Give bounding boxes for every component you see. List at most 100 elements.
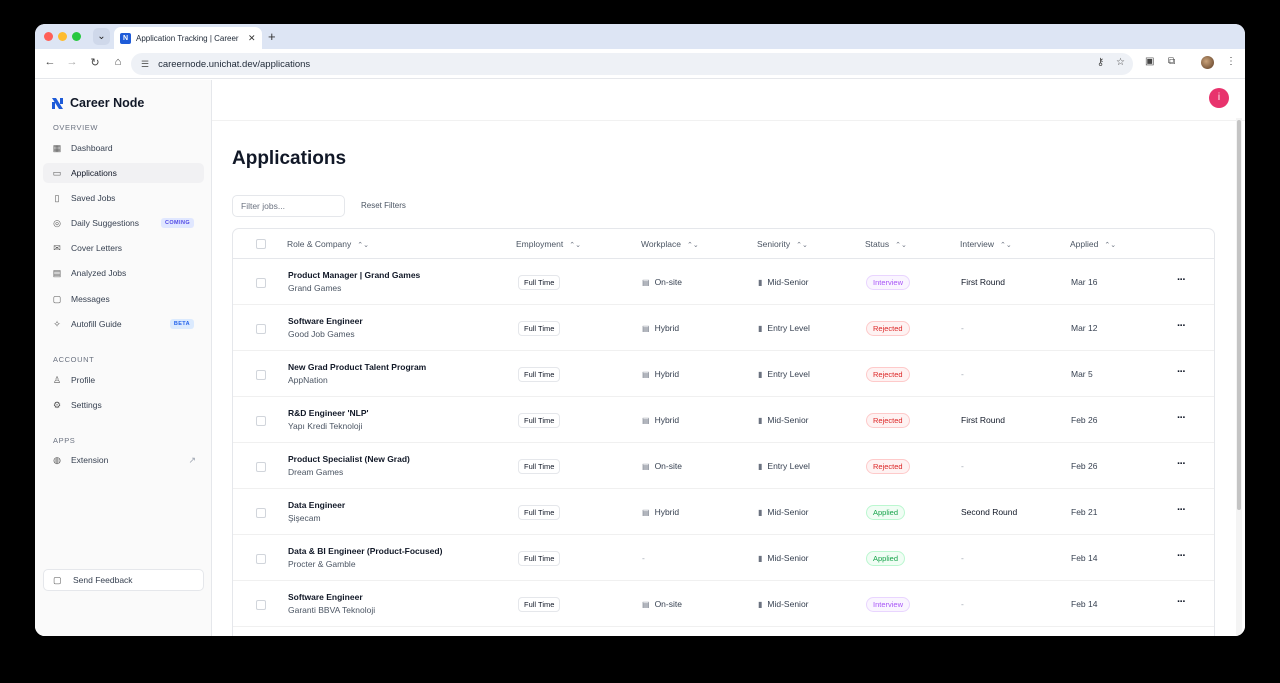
interview-stage: - — [961, 323, 964, 333]
column-label: Interview — [960, 239, 995, 249]
row-checkbox[interactable] — [256, 508, 266, 518]
column-header-role[interactable]: Role & Company ⌃⌄ — [287, 239, 369, 249]
sidebar-item-profile[interactable]: ♙ Profile — [43, 370, 204, 390]
table-row[interactable]: Software Engineer Garanti BBVA Teknoloji… — [233, 581, 1214, 627]
table-row[interactable]: Data Engineer Şişecam Full Time ▤ Hybrid … — [233, 489, 1214, 535]
row-actions-icon[interactable]: ··· — [1177, 550, 1186, 562]
sidebar-item-extension[interactable]: ◍ Extension ↗ — [43, 450, 204, 470]
tab-search-button[interactable]: ⌄ — [93, 28, 110, 45]
sidebar-item-messages[interactable]: ▢ Messages — [43, 289, 204, 309]
building-icon: ▤ — [642, 278, 650, 287]
row-actions-icon[interactable]: ··· — [1177, 596, 1186, 608]
chevron-down-icon: ⌄ — [97, 31, 106, 42]
column-label: Employment — [516, 239, 564, 249]
select-all-checkbox[interactable] — [256, 239, 266, 249]
browser-menu-icon[interactable]: ⋮ — [1226, 56, 1236, 67]
bookmark-star-icon[interactable]: ☆ — [1116, 57, 1125, 68]
applied-date: Feb 14 — [1071, 553, 1098, 563]
seniority-label: Mid-Senior — [767, 277, 809, 287]
scrollbar-thumb[interactable] — [1237, 120, 1241, 510]
column-label: Role & Company — [287, 239, 352, 249]
row-checkbox[interactable] — [256, 278, 266, 288]
forward-icon[interactable]: → — [65, 56, 79, 68]
row-checkbox[interactable] — [256, 554, 266, 564]
column-label: Workplace — [641, 239, 681, 249]
bar-chart-icon: ▮ — [758, 600, 763, 609]
row-actions-icon[interactable]: ··· — [1177, 274, 1186, 286]
row-actions-icon[interactable]: ··· — [1177, 366, 1186, 378]
row-checkbox[interactable] — [256, 462, 266, 472]
extension-puzzle-icon[interactable]: ▣ — [1145, 56, 1154, 67]
back-icon[interactable]: ← — [43, 56, 57, 68]
role-title[interactable]: Data & BI Engineer (Product-Focused) — [288, 546, 442, 556]
address-bar[interactable]: ☰ careernode.unichat.dev/applications ⚷ … — [131, 53, 1133, 75]
browser-profile-avatar[interactable] — [1201, 56, 1214, 69]
reload-icon[interactable]: ↻ — [88, 56, 102, 69]
table-row[interactable]: New Grad Product Talent Program AppNatio… — [233, 351, 1214, 397]
mail-icon: ✉ — [53, 242, 61, 253]
row-actions-icon[interactable]: ··· — [1177, 504, 1186, 516]
employment-badge: Full Time — [518, 367, 561, 382]
table-row[interactable]: Data & BI Engineer (Product-Focused) Pro… — [233, 535, 1214, 581]
sidebar-item-label: Analyzed Jobs — [71, 268, 127, 278]
table-row[interactable]: Product Manager | Grand Games Grand Game… — [233, 259, 1214, 305]
table-row[interactable]: Product Specialist (New Grad) Dream Game… — [233, 443, 1214, 489]
sidebar-item-cover-letters[interactable]: ✉ Cover Letters — [43, 238, 204, 258]
table-row[interactable]: R&D Engineer 'NLP' Yapı Kredi Teknoloji … — [233, 397, 1214, 443]
sort-icon: ⌃⌄ — [687, 242, 699, 249]
column-header-seniority[interactable]: Seniority ⌃⌄ — [757, 239, 808, 249]
send-feedback-label: Send Feedback — [73, 575, 133, 585]
brand[interactable]: Career Node — [51, 96, 144, 110]
company-name: Şişecam — [288, 513, 321, 523]
column-header-employment[interactable]: Employment ⌃⌄ — [516, 239, 581, 249]
role-title[interactable]: New Grad Product Talent Program — [288, 362, 426, 372]
tab-close-icon[interactable]: ✕ — [248, 33, 256, 44]
column-header-workplace[interactable]: Workplace ⌃⌄ — [641, 239, 699, 249]
workplace-cell: ▤ Hybrid — [642, 507, 679, 517]
extensions-icon[interactable]: ⧉ — [1168, 56, 1175, 67]
close-window-button[interactable] — [44, 32, 53, 41]
row-actions-icon[interactable]: ··· — [1177, 458, 1186, 470]
role-title[interactable]: Software Engineer — [288, 592, 363, 602]
maximize-window-button[interactable] — [72, 32, 81, 41]
home-icon[interactable]: ⌂ — [111, 56, 125, 68]
column-header-status[interactable]: Status ⌃⌄ — [865, 239, 907, 249]
column-header-interview[interactable]: Interview ⌃⌄ — [960, 239, 1012, 249]
sort-icon: ⌃⌄ — [1000, 242, 1012, 249]
role-title[interactable]: R&D Engineer 'NLP' — [288, 408, 369, 418]
role-title[interactable]: Product Manager | Grand Games — [288, 270, 420, 280]
row-actions-icon[interactable]: ··· — [1177, 320, 1186, 332]
table-row[interactable]: Software Engineer Good Job Games Full Ti… — [233, 305, 1214, 351]
sidebar-item-label: Autofill Guide — [71, 319, 122, 329]
filter-jobs-input[interactable] — [232, 195, 345, 217]
sidebar-item-analyzed-jobs[interactable]: ▤ Analyzed Jobs — [43, 263, 204, 283]
site-info-icon[interactable]: ☰ — [141, 59, 149, 70]
row-actions-icon[interactable]: ··· — [1177, 412, 1186, 424]
role-title[interactable]: Product Specialist (New Grad) — [288, 454, 410, 464]
role-title[interactable]: Software Engineer — [288, 316, 363, 326]
reset-filters-button[interactable]: Reset Filters — [361, 201, 406, 210]
workplace-label: Hybrid — [654, 507, 680, 517]
sidebar-item-autofill-guide[interactable]: ✧ Autofill Guide BETA — [43, 314, 204, 334]
sidebar-item-settings[interactable]: ⚙ Settings — [43, 395, 204, 415]
row-checkbox[interactable] — [256, 324, 266, 334]
chat-icon: ▢ — [52, 293, 62, 304]
sidebar-item-daily-suggestions[interactable]: ◎ Daily Suggestions COMING — [43, 213, 204, 233]
company-name: Good Job Games — [288, 329, 355, 339]
send-feedback-button[interactable]: ▢ Send Feedback — [43, 569, 204, 591]
sidebar-item-dashboard[interactable]: ▦ Dashboard — [43, 138, 204, 158]
sidebar-item-saved-jobs[interactable]: ▯ Saved Jobs — [43, 188, 204, 208]
new-tab-button[interactable]: + — [268, 29, 276, 44]
sidebar-item-applications[interactable]: ▭ Applications — [43, 163, 204, 183]
password-key-icon[interactable]: ⚷ — [1097, 57, 1104, 68]
browser-tab[interactable]: N Application Tracking | Career ✕ — [114, 27, 262, 49]
minimize-window-button[interactable] — [58, 32, 67, 41]
column-header-applied[interactable]: Applied ⌃⌄ — [1070, 239, 1116, 249]
employment-badge: Full Time — [518, 321, 561, 336]
row-checkbox[interactable] — [256, 600, 266, 610]
building-icon: ▤ — [642, 462, 650, 471]
row-checkbox[interactable] — [256, 416, 266, 426]
user-avatar[interactable]: i — [1209, 88, 1229, 108]
role-title[interactable]: Data Engineer — [288, 500, 345, 510]
row-checkbox[interactable] — [256, 370, 266, 380]
